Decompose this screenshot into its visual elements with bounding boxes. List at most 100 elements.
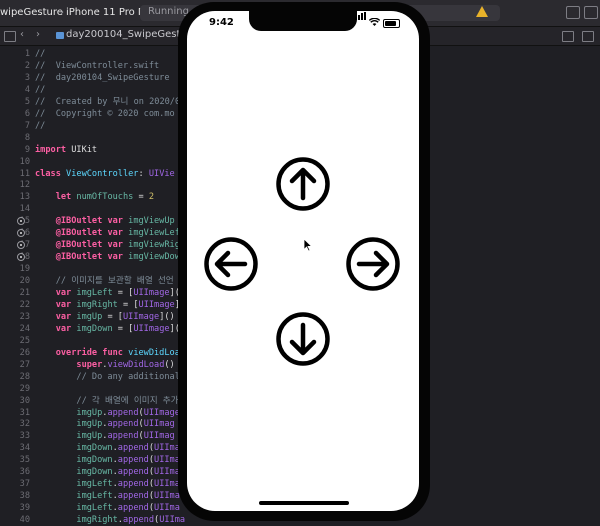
- code-token: // Do any additional: [35, 371, 180, 382]
- code-token: UIVie: [148, 168, 175, 179]
- code-token: append: [117, 479, 149, 490]
- code-token: var: [35, 288, 77, 298]
- line-number: 35: [19, 455, 30, 466]
- code-text: class ViewController: UIVie: [35, 168, 175, 180]
- code-token: //: [35, 120, 46, 131]
- code-token: // Copyright © 2020 com.mo: [35, 108, 175, 119]
- code-token: UIImag: [143, 419, 175, 430]
- iphone-simulator: 9:42: [178, 2, 430, 521]
- code-token: override: [35, 347, 103, 358]
- code-text: imgDown.append(UIIma: [35, 454, 180, 466]
- code-token: // day200104_SwipeGesture: [35, 72, 170, 83]
- code-text: override func viewDidLoa: [35, 347, 180, 359]
- code-text: //: [35, 84, 45, 96]
- code-token: = [: [112, 288, 134, 298]
- line-number: 26: [19, 347, 30, 358]
- line-number: 32: [19, 419, 30, 430]
- line-number: 15: [0, 215, 30, 227]
- code-token: UIIma: [154, 455, 180, 466]
- line-number: 16: [0, 227, 30, 239]
- code-text: //: [35, 48, 45, 60]
- library-icon[interactable]: [566, 6, 580, 19]
- code-token: imgLeft: [35, 503, 113, 514]
- code-token: append: [107, 407, 139, 418]
- code-token: @IBOutlet: [35, 228, 108, 239]
- code-token: UIImage: [143, 407, 180, 418]
- chevron-left-icon[interactable]: ‹: [20, 29, 24, 40]
- code-text: import UIKit: [35, 144, 97, 156]
- line-number: 34: [19, 443, 30, 454]
- line-number: 9: [24, 144, 30, 155]
- code-text: @IBOutlet var imgViewDow: [35, 251, 180, 263]
- code-token: // 이미지를 보관할 배열 선언: [35, 276, 174, 287]
- code-token: var: [35, 323, 77, 334]
- inspector-toggle-icon[interactable]: [584, 6, 598, 19]
- grid-icon[interactable]: [4, 31, 16, 42]
- code-text: // ViewController.swift: [35, 60, 159, 72]
- editor-options-icon[interactable]: [562, 31, 574, 42]
- code-token: imgRight: [76, 299, 118, 310]
- line-number: 22: [19, 299, 30, 310]
- code-token: imgLeft: [76, 288, 113, 298]
- code-token: append: [107, 419, 139, 430]
- line-number: 11: [19, 168, 30, 179]
- code-text: @IBOutlet var imgViewLef: [35, 227, 180, 239]
- code-token: var: [107, 252, 129, 263]
- code-token: imgRight: [35, 515, 118, 526]
- code-token: var: [107, 216, 129, 227]
- warning-icon[interactable]: [476, 6, 488, 17]
- code-token: ](): [159, 311, 175, 322]
- code-token: imgLeft: [35, 491, 113, 502]
- chevron-right-icon[interactable]: ›: [36, 29, 40, 40]
- code-token: UIIma: [154, 503, 180, 514]
- arrow-right-circle-icon: [346, 237, 400, 291]
- code-token: var: [35, 311, 77, 322]
- code-token: =: [133, 192, 149, 203]
- line-number: 36: [19, 467, 30, 478]
- code-text: // 각 배열에 이미지 추가: [35, 395, 178, 407]
- code-token: imgLeft: [35, 479, 113, 490]
- line-number: 27: [19, 359, 30, 370]
- code-token: imgDown: [35, 455, 113, 466]
- add-editor-icon[interactable]: [582, 31, 594, 42]
- code-token: 2: [148, 192, 155, 203]
- line-number: 7: [24, 120, 30, 131]
- code-text: var imgDown = [UIImage](: [35, 323, 180, 335]
- line-number: 6: [24, 108, 30, 119]
- line-number: 4: [24, 84, 30, 95]
- code-text: var imgRight = [UIImage](: [35, 299, 185, 311]
- code-token: UIImage: [133, 288, 170, 298]
- code-token: let: [35, 192, 77, 203]
- code-text: imgLeft.append(UIIma: [35, 478, 180, 490]
- line-number: 37: [19, 479, 30, 490]
- code-text: // 이미지를 보관할 배열 선언: [35, 275, 174, 287]
- mouse-cursor-icon: [303, 238, 313, 252]
- code-token: var: [107, 228, 129, 239]
- status-text: Running: [148, 6, 189, 17]
- line-number: 12: [19, 180, 30, 191]
- code-token: import: [35, 144, 72, 155]
- code-token: var: [107, 240, 129, 251]
- simulator-screen[interactable]: 9:42: [187, 11, 419, 511]
- line-number: 21: [19, 288, 30, 298]
- code-token: = [: [112, 323, 134, 334]
- code-text: super.viewDidLoad(): [35, 359, 174, 371]
- code-token: var: [35, 299, 77, 310]
- line-number: 1: [24, 49, 30, 59]
- code-token: = [: [117, 299, 139, 310]
- code-token: :: [138, 168, 149, 179]
- code-token: UIIma: [154, 491, 180, 502]
- code-token: imgUp: [35, 419, 103, 430]
- line-number: 28: [19, 371, 30, 382]
- line-number: 17: [0, 239, 30, 251]
- scheme-target[interactable]: wipeGesture: [0, 5, 63, 20]
- arrow-left-circle-icon: [204, 237, 258, 291]
- line-number: 10: [19, 156, 30, 167]
- line-number: 14: [19, 204, 30, 215]
- code-token: imgViewLef: [128, 228, 180, 239]
- code-token: append: [122, 515, 155, 526]
- home-indicator[interactable]: [259, 501, 349, 505]
- code-token: viewDidLoa: [128, 347, 180, 358]
- line-number: 31: [19, 407, 30, 418]
- line-number: 2: [24, 60, 30, 71]
